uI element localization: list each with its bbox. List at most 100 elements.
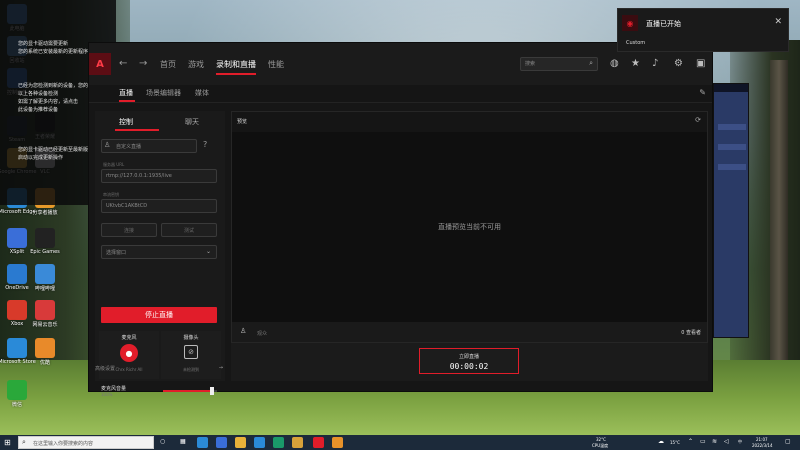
desktop-app-icon — [35, 228, 55, 248]
advanced-settings-row[interactable]: 高级设置 → — [95, 365, 225, 372]
background-window[interactable] — [713, 83, 749, 338]
wifi-icon[interactable]: ≋ — [712, 438, 717, 445]
desktop-icon[interactable]: XSplit — [4, 228, 30, 255]
live-timer: 00:00:02 — [449, 362, 489, 371]
clock-date[interactable]: 2022/3/14 — [752, 443, 773, 448]
stream-started-toast[interactable]: ◉ 直播已开始 ✕ Custom — [617, 8, 789, 52]
desktop-icon[interactable]: Microsoft Store — [0, 338, 36, 365]
notification-line: 您的系统已安装最新的更新程序 — [18, 49, 89, 55]
app3-taskbar-icon[interactable] — [292, 437, 303, 448]
mic-title: 麦克风 — [121, 335, 137, 341]
tab-control[interactable]: 控制 — [119, 117, 133, 127]
advanced-settings-label: 高级设置 — [95, 366, 116, 372]
live-label: 立即直播 — [458, 354, 479, 360]
window-select-value: 选择窗口 — [106, 250, 127, 256]
desktop-icon-label: XSplit — [9, 249, 25, 255]
gear-icon[interactable]: ⚙ — [674, 58, 683, 69]
refresh-icon[interactable]: ⟳ — [695, 116, 701, 124]
forward-button[interactable]: → — [139, 58, 147, 69]
search-input[interactable]: 搜索 ⌕ — [520, 57, 598, 71]
desktop-icon[interactable]: 优酷 — [32, 338, 58, 366]
store-taskbar-icon[interactable] — [254, 437, 265, 448]
clock-time[interactable]: 21:07 — [756, 437, 768, 442]
app-logo[interactable]: A — [89, 53, 111, 75]
live-timer-button[interactable]: 立即直播 00:00:02 — [419, 348, 519, 374]
stream-key-input[interactable]: UKtvbC1AKBtCD — [101, 199, 217, 213]
close-icon[interactable]: ✕ — [774, 17, 782, 27]
weather-temp: 15°C — [670, 440, 680, 445]
user-icon: ♙ — [104, 141, 111, 149]
server-url-value: rtmp://127.0.0.1:1935/live — [106, 173, 172, 179]
task-view-icon[interactable]: ○ — [160, 438, 165, 445]
window-select[interactable]: 选择窗口 ⌄ — [101, 245, 217, 259]
microphone-icon[interactable]: ● — [120, 344, 138, 362]
camera-off-icon[interactable]: ⊘ — [184, 345, 198, 359]
amd-taskbar-icon[interactable] — [313, 437, 324, 448]
tab-performance[interactable]: 性能 — [268, 59, 284, 70]
tab-chat[interactable]: 聊天 — [185, 117, 199, 127]
desktop-icon[interactable]: Epic Games — [30, 228, 60, 255]
desktop-icon[interactable]: 哔哩哔哩 — [32, 264, 58, 292]
tab-games[interactable]: 游戏 — [188, 59, 204, 70]
desktop-app-icon — [7, 300, 27, 320]
app4-taskbar-icon[interactable] — [332, 437, 343, 448]
desktop-icon[interactable]: 微信 — [4, 380, 30, 408]
arrow-right-icon: → — [218, 365, 223, 371]
taskbar-search[interactable]: ⌕ 在这里输入你要搜索的内容 — [18, 436, 154, 449]
explorer-taskbar-icon[interactable] — [235, 437, 246, 448]
stop-stream-button[interactable]: 停止直播 — [101, 307, 217, 323]
ime-indicator[interactable]: 中 — [738, 439, 742, 445]
panel-toggle-icon[interactable]: ▣ — [696, 58, 705, 69]
broadcast-icon: ◉ — [622, 15, 638, 31]
widgets-icon[interactable]: ▦ — [180, 438, 186, 445]
subtab-media[interactable]: 媒体 — [195, 88, 209, 98]
mic-volume-fill — [163, 390, 212, 392]
star-icon[interactable]: ★ — [631, 58, 640, 69]
notification-line: 此设备为推荐设备 — [18, 107, 59, 113]
mic-volume-slider[interactable] — [163, 387, 217, 395]
notification-icon[interactable]: ▢ — [785, 438, 791, 445]
mic-volume-knob[interactable] — [209, 387, 214, 395]
server-url-input[interactable]: rtmp://127.0.0.1:1935/live — [101, 169, 217, 183]
windows-start-icon[interactable]: ⊞ — [4, 438, 11, 447]
desktop-icon-label: 分享者播放 — [32, 210, 58, 216]
active-tab-underline — [216, 73, 256, 75]
toast-title: 直播已开始 — [646, 20, 681, 28]
connect-button[interactable]: 连接 — [101, 223, 157, 237]
desktop-app-icon — [7, 228, 27, 248]
tab-record-stream[interactable]: 录制和直播 — [216, 59, 256, 70]
help-icon[interactable]: ? — [203, 140, 207, 149]
test-button[interactable]: 测试 — [161, 223, 217, 237]
chevron-up-icon[interactable]: ⌃ — [688, 438, 693, 445]
back-button[interactable]: ← — [119, 58, 127, 69]
desktop-icon[interactable]: OneDrive — [4, 264, 30, 291]
subtab-underline — [119, 100, 135, 102]
taskbar-search-placeholder: 在这里输入你要搜索的内容 — [33, 441, 94, 447]
search-icon: ⌕ — [22, 438, 26, 446]
chevron-down-icon: ⌄ — [205, 248, 211, 255]
tab-home[interactable]: 首页 — [160, 59, 176, 70]
sub-nav: 直播 场景编辑器 媒体 ✎ — [89, 85, 712, 103]
background-window-row — [718, 164, 746, 170]
weather-icon[interactable]: ☁ — [658, 438, 664, 445]
desktop-icon[interactable]: Xbox — [4, 300, 30, 327]
background-window-row — [718, 124, 746, 130]
stream-key-value: UKtvbC1AKBtCD — [106, 203, 148, 209]
stream-title-input[interactable]: 自定义直播 — [101, 139, 197, 153]
network-icon[interactable]: ▭ — [700, 438, 706, 445]
subtab-live[interactable]: 直播 — [119, 88, 133, 98]
globe-icon[interactable]: ◍ — [610, 58, 619, 69]
desktop-icon[interactable]: 网易云音乐 — [32, 300, 58, 328]
bell-icon[interactable]: ♪ — [652, 58, 658, 69]
notification-line: 以上各种设备检测 — [18, 91, 59, 97]
pin-icon[interactable]: ✎ — [699, 88, 706, 97]
viewer-label: 观众 — [257, 331, 268, 337]
subtab-scene-editor[interactable]: 场景编辑器 — [146, 88, 181, 98]
app-taskbar-icon[interactable] — [216, 437, 227, 448]
control-tab-underline — [115, 129, 159, 131]
edge-taskbar-icon[interactable] — [197, 437, 208, 448]
volume-icon[interactable]: ◁ — [724, 438, 729, 445]
desktop-app-icon — [7, 338, 27, 358]
app2-taskbar-icon[interactable] — [273, 437, 284, 448]
desktop-icon-label: 网易云音乐 — [32, 322, 58, 328]
